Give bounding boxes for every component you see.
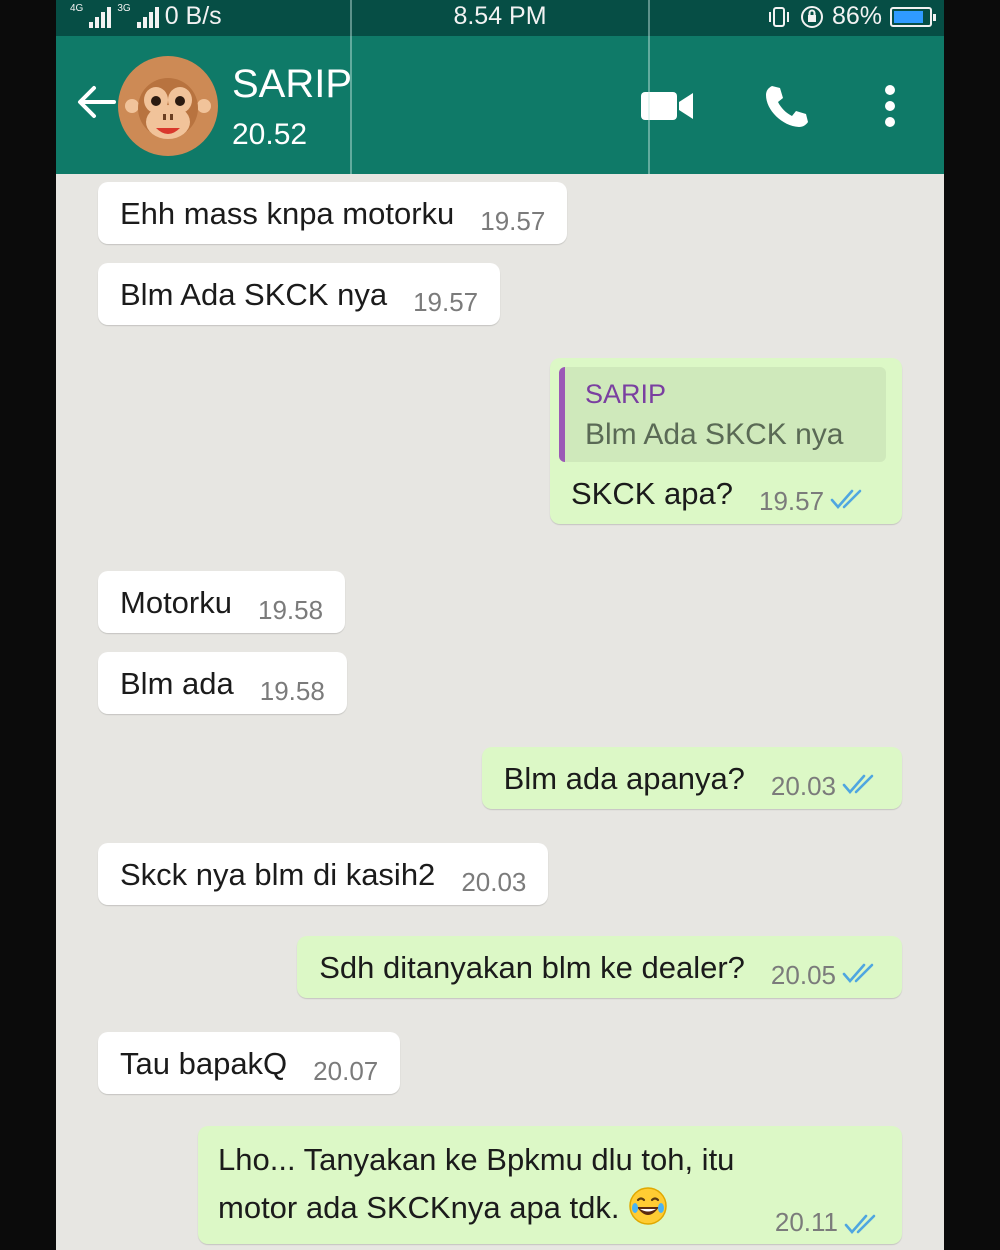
message-time-row: 20.11: [775, 1198, 882, 1246]
message-time: 20.05: [770, 960, 836, 990]
phone-icon: [766, 86, 808, 127]
battery-icon: [890, 6, 936, 27]
voice-call-button[interactable]: [758, 78, 814, 134]
read-receipt-icon: [844, 1214, 876, 1234]
chat-header: SARIP 20.52: [56, 36, 944, 174]
contact-name[interactable]: SARIP: [232, 62, 352, 107]
outgoing-message[interactable]: Lho... Tanyakan ke Bpkmu dlu toh, itu mo…: [198, 1126, 902, 1244]
incoming-message[interactable]: Blm ada 19.58: [98, 652, 347, 714]
incoming-message[interactable]: Motorku 19.58: [98, 571, 346, 633]
message-time: 19.58: [259, 676, 325, 706]
message-time: 19.57: [480, 206, 546, 236]
message-text: SKCK apa?: [571, 476, 733, 511]
screen-crease: [648, 0, 650, 174]
incoming-message[interactable]: Ehh mass knpa motorku 19.57: [98, 182, 568, 244]
outgoing-message[interactable]: Blm ada apanya? 20.03: [481, 747, 902, 809]
monkey-face-icon: [120, 78, 216, 139]
read-receipt-icon: [842, 774, 874, 794]
message-text: Blm Ada SKCK nya: [120, 277, 388, 312]
incoming-message[interactable]: Skck nya blm di kasih2 20.03: [98, 843, 549, 905]
more-options-button[interactable]: [862, 78, 918, 134]
status-bar: 4G 3G 0 B/s 8.54 PM 86%: [56, 0, 944, 36]
message-text: Blm ada: [120, 666, 234, 701]
rotation-lock-icon: [800, 5, 823, 28]
screen-crease: [350, 0, 352, 174]
status-right: 86%: [766, 2, 936, 31]
message-text-line: motor ada SKCKnya apa tdk.: [218, 1190, 620, 1225]
message-text: Tau bapakQ: [120, 1046, 288, 1081]
message-time: 20.07: [313, 1056, 379, 1086]
phone-screen: 4G 3G 0 B/s 8.54 PM 86% SARIP 20.52 Ehh …: [56, 0, 944, 1250]
message-time: 19.57: [759, 486, 825, 516]
message-text-row: motor ada SKCKnya apa tdk. 20.11: [218, 1184, 882, 1237]
quoted-message[interactable]: SARIP Blm Ada SKCK nya: [559, 367, 886, 462]
more-options-icon: [885, 85, 895, 127]
outgoing-message[interactable]: SARIP Blm Ada SKCK nya SKCK apa? 19.57: [550, 358, 902, 524]
message-text: Ehh mass knpa motorku: [120, 196, 455, 231]
message-time: 20.11: [774, 1207, 838, 1237]
message-time: 19.57: [413, 287, 479, 317]
back-arrow-icon[interactable]: [74, 80, 118, 124]
message-text: Sdh ditanyakan blm ke dealer?: [319, 950, 745, 985]
message-time: 20.03: [770, 771, 836, 801]
outgoing-message[interactable]: Sdh ditanyakan blm ke dealer? 20.05: [297, 936, 902, 998]
quote-text: Blm Ada SKCK nya: [585, 418, 844, 451]
last-seen-status: 20.52: [232, 118, 308, 151]
incoming-message[interactable]: Tau bapakQ 20.07: [98, 1032, 401, 1094]
message-text: Motorku: [120, 585, 232, 620]
battery-fill: [894, 10, 924, 23]
message-text: Blm ada apanya?: [503, 761, 745, 796]
message-time: 20.03: [461, 867, 527, 897]
message-text: Skck nya blm di kasih2: [120, 857, 436, 892]
battery-percentage: 86%: [831, 2, 882, 30]
avatar[interactable]: [118, 56, 218, 156]
read-receipt-icon: [830, 489, 862, 509]
message-text-line: Lho... Tanyakan ke Bpkmu dlu toh, itu: [218, 1142, 735, 1177]
reply-body: SKCK apa? 19.57: [559, 476, 886, 516]
incoming-message[interactable]: Blm Ada SKCK nya 19.57: [98, 263, 501, 325]
message-list[interactable]: Ehh mass knpa motorku 19.57 Blm Ada SKCK …: [56, 174, 944, 1250]
quote-author: SARIP: [585, 379, 667, 409]
laughing-tears-emoji-icon: [628, 1187, 667, 1225]
read-receipt-icon: [842, 963, 874, 983]
vibrate-icon: [768, 6, 789, 27]
message-time: 19.58: [257, 595, 324, 625]
